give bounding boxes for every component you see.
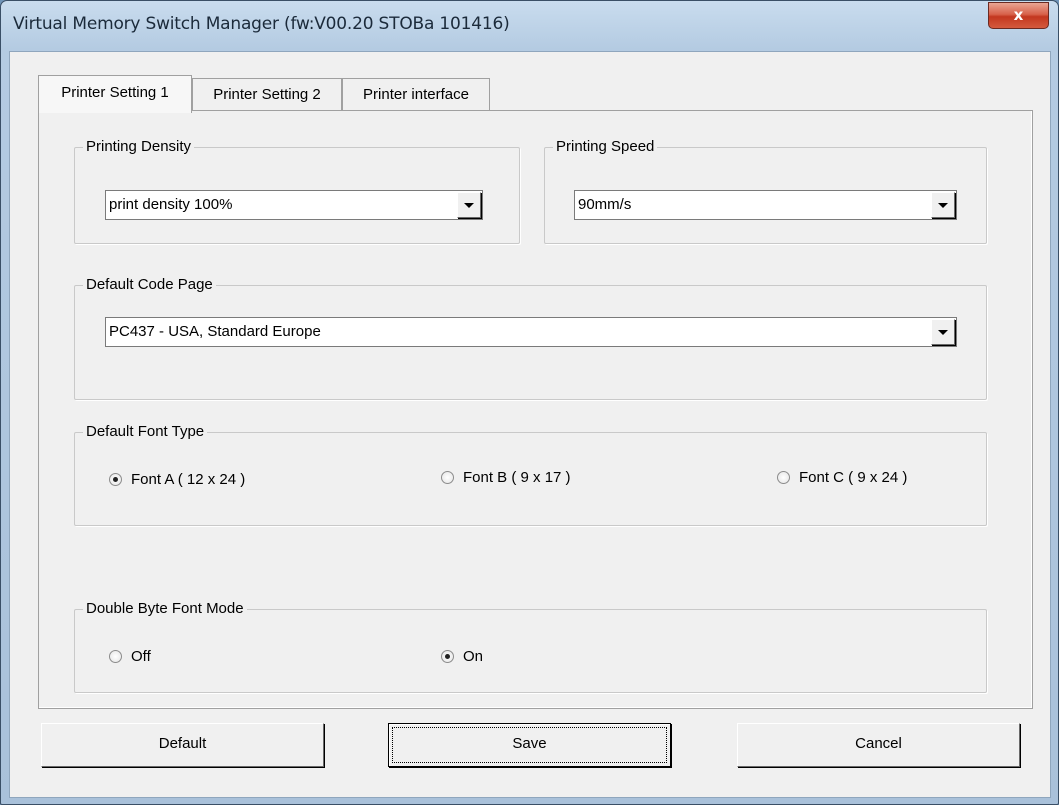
default-code-page-value: PC437 - USA, Standard Europe [109, 323, 321, 340]
double-byte-font-mode-title: Double Byte Font Mode [83, 600, 247, 618]
double-byte-font-mode-group: Double Byte Font Mode Off On [74, 600, 987, 693]
radio-checked-icon[interactable] [441, 650, 454, 663]
dialog-client-area: Printer Setting 1 Printer Setting 2 Prin… [9, 51, 1051, 798]
chevron-down-icon[interactable] [931, 192, 955, 218]
default-font-type-title: Default Font Type [83, 423, 208, 441]
tab-panel-printer-setting-1: Printing Density print density 100% Prin… [38, 110, 1033, 709]
radio-unchecked-icon[interactable] [777, 471, 790, 484]
printing-speed-title: Printing Speed [553, 138, 658, 156]
chevron-down-icon[interactable] [931, 319, 955, 345]
printing-density-group: Printing Density print density 100% [74, 138, 520, 244]
default-button[interactable]: Default [41, 723, 324, 767]
tab-label: Printer interface [363, 86, 469, 103]
printing-speed-select[interactable]: 90mm/s [574, 190, 957, 220]
printing-speed-group: Printing Speed 90mm/s [544, 138, 987, 244]
save-button-label: Save [512, 735, 547, 752]
default-code-page-title: Default Code Page [83, 276, 216, 294]
double-byte-on-label: On [463, 648, 484, 665]
cancel-button[interactable]: Cancel [737, 723, 1020, 767]
tab-label: Printer Setting 1 [61, 84, 169, 101]
window-title: Virtual Memory Switch Manager (fw:V00.20… [13, 14, 510, 34]
close-button[interactable]: x [988, 2, 1049, 29]
close-icon: x [1013, 6, 1024, 24]
app-window: Virtual Memory Switch Manager (fw:V00.20… [0, 0, 1059, 805]
title-bar[interactable]: Virtual Memory Switch Manager (fw:V00.20… [1, 1, 1058, 51]
printing-density-value: print density 100% [109, 196, 233, 213]
printing-density-select[interactable]: print density 100% [105, 190, 483, 220]
cancel-button-label: Cancel [855, 735, 902, 752]
font-c-label: Font C ( 9 x 24 ) [799, 469, 908, 486]
tab-printer-interface[interactable]: Printer interface [342, 78, 490, 111]
chevron-down-icon[interactable] [457, 192, 481, 218]
radio-unchecked-icon[interactable] [441, 471, 454, 484]
font-a-label: Font A ( 12 x 24 ) [131, 471, 246, 488]
double-byte-off-label: Off [131, 648, 151, 665]
default-code-page-group: Default Code Page PC437 - USA, Standard … [74, 276, 987, 400]
save-button[interactable]: Save [388, 723, 671, 767]
tab-label: Printer Setting 2 [213, 86, 321, 103]
default-font-type-group: Default Font Type Font A ( 12 x 24 ) Fon… [74, 423, 987, 526]
radio-checked-icon[interactable] [109, 473, 122, 486]
tab-printer-setting-1[interactable]: Printer Setting 1 [38, 75, 192, 113]
default-code-page-select[interactable]: PC437 - USA, Standard Europe [105, 317, 957, 347]
printing-density-title: Printing Density [83, 138, 195, 156]
printing-speed-value: 90mm/s [578, 196, 632, 213]
default-button-label: Default [158, 735, 207, 752]
font-b-label: Font B ( 9 x 17 ) [463, 469, 571, 486]
radio-unchecked-icon[interactable] [109, 650, 122, 663]
tab-printer-setting-2[interactable]: Printer Setting 2 [192, 78, 342, 111]
